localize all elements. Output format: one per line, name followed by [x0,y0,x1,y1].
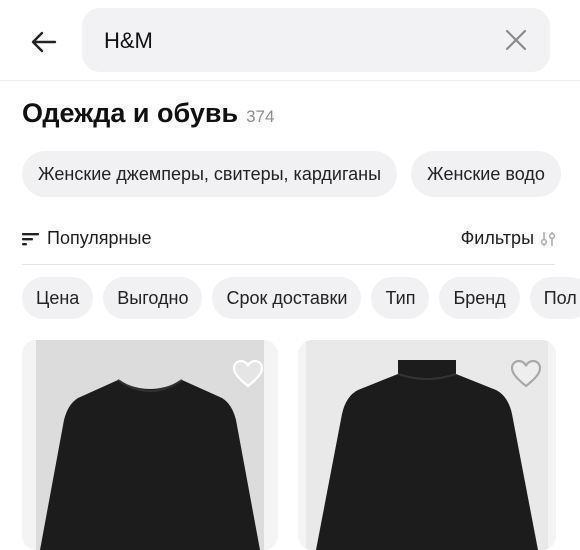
clear-search-button[interactable] [498,22,534,58]
favorite-button[interactable] [508,356,544,392]
favorite-button[interactable] [230,356,266,392]
filter-chip-deals[interactable]: Выгодно [103,277,203,319]
top-bar [0,0,580,81]
page-title: Одежда и обувь 374 [22,98,274,129]
filter-sliders-icon [540,231,556,246]
filters-button[interactable]: Фильтры [461,228,556,249]
category-chip-sweaters[interactable]: Женские джемперы, свитеры, кардиганы [22,151,398,197]
sort-button[interactable]: Популярные [22,228,151,249]
product-card[interactable] [298,340,556,550]
sort-icon [22,232,39,245]
category-chips: Женские джемперы, свитеры, кардиганы Жен… [22,151,561,197]
product-card[interactable] [22,340,278,550]
filter-chip-type[interactable]: Тип [371,277,430,319]
filter-chip-brand[interactable]: Бренд [439,277,520,319]
search-input[interactable] [102,8,466,74]
search-box[interactable] [82,8,550,74]
category-chip-waterproof[interactable]: Женские водо [411,151,561,197]
category-title: Одежда и обувь [22,98,239,128]
sort-label: Популярные [47,228,152,248]
back-button[interactable] [22,22,66,62]
back-arrow-icon [31,31,57,53]
divider [22,264,555,265]
filter-chips: Цена Выгодно Срок доставки Тип Бренд Пол [22,277,580,319]
results-count: 374 [246,107,275,126]
filter-chip-price[interactable]: Цена [22,277,94,319]
close-icon [505,29,527,51]
filter-chip-gender[interactable]: Пол [529,277,580,319]
filter-chip-delivery-time[interactable]: Срок доставки [212,277,362,319]
heart-outline-icon [232,359,264,388]
filters-label: Фильтры [460,228,534,248]
heart-outline-icon [510,359,542,388]
